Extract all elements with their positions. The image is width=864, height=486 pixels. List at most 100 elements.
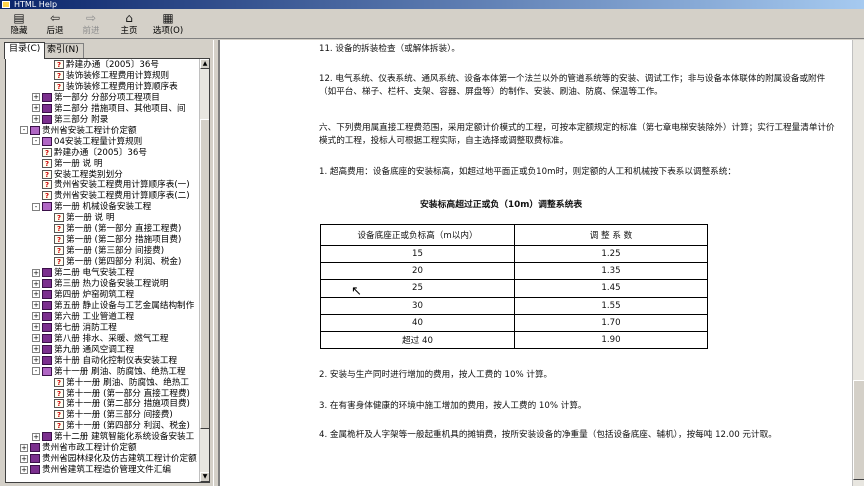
- tree-node[interactable]: + 第八册 排水、采暖、燃气工程: [32, 333, 168, 345]
- collapse-toggle-icon[interactable]: -: [32, 137, 40, 146]
- collapse-toggle-icon[interactable]: -: [32, 202, 40, 211]
- expand-toggle-icon[interactable]: +: [20, 443, 28, 452]
- tree-node[interactable]: + 贵州省园林绿化及仿古建筑工程计价定额: [20, 454, 197, 465]
- tree-node[interactable]: ? 装饰装修工程费用计算顺序表: [44, 81, 178, 93]
- forward-button[interactable]: ⇨ 前进: [74, 11, 108, 38]
- tree-node[interactable]: ? 第一册 说 明: [44, 213, 114, 224]
- collapse-toggle-icon[interactable]: -: [32, 367, 40, 376]
- tab-contents[interactable]: 目录(C): [4, 42, 46, 59]
- tree-node[interactable]: ? 第十一册 (第二部分 措施项目费): [44, 399, 190, 410]
- cell-coefficient: 1.35: [514, 262, 708, 281]
- tree-node[interactable]: ? 安装工程类别划分: [32, 169, 123, 181]
- contents-tree[interactable]: ? 黔建办通〔2005〕36号? 装饰装修工程费用计算规则? 装饰装修工程费用计算顺序…: [6, 59, 200, 482]
- expand-toggle-icon[interactable]: +: [32, 268, 40, 277]
- tree-node-label: 第十册 自动化控制仪表安装工程: [54, 355, 178, 366]
- expand-toggle-icon[interactable]: +: [32, 290, 40, 299]
- home-label: 主页: [120, 26, 138, 36]
- scroll-up-arrow-icon[interactable]: ▲: [200, 59, 209, 69]
- tree-node[interactable]: + 第三部分 附录: [32, 114, 109, 126]
- expand-toggle-icon[interactable]: +: [32, 323, 40, 332]
- expand-toggle-icon[interactable]: +: [32, 356, 40, 365]
- tree-node[interactable]: ? 第十一册 (第三部分 间接费): [44, 410, 173, 421]
- closed-book-icon: [42, 279, 52, 288]
- tree-node[interactable]: - 04安装工程量计算规则: [32, 136, 142, 148]
- tree-node[interactable]: ? 第十一册 刷油、防腐蚀、绝热工: [44, 377, 189, 389]
- expand-toggle-icon[interactable]: +: [32, 301, 40, 310]
- tree-node-label: 黔建办通〔2005〕36号: [66, 60, 159, 70]
- tree-node[interactable]: ? 装饰装修工程费用计算规则: [44, 70, 169, 82]
- expand-toggle-icon[interactable]: +: [32, 279, 40, 288]
- tree-node-label: 黔建办通〔2005〕36号: [54, 147, 147, 158]
- tree-node[interactable]: + 第二部分 措施项目、其他项目、间: [32, 103, 186, 115]
- tree-node[interactable]: + 第九册 通风空调工程: [32, 344, 134, 356]
- closed-book-icon: [30, 465, 40, 475]
- tree-node[interactable]: - 贵州省安装工程计价定额: [20, 125, 137, 137]
- expand-toggle-icon[interactable]: +: [32, 334, 40, 343]
- closed-book-icon: [42, 333, 52, 343]
- tree-node[interactable]: - 第一册 机械设备安装工程: [32, 202, 151, 213]
- expand-toggle-icon[interactable]: +: [32, 93, 40, 102]
- contents-tree-frame: ? 黔建办通〔2005〕36号? 装饰装修工程费用计算规则? 装饰装修工程费用计算顺序…: [5, 58, 210, 483]
- tree-node[interactable]: + 第二册 电气安装工程: [32, 268, 134, 279]
- collapse-toggle-icon[interactable]: -: [20, 126, 28, 135]
- home-button[interactable]: ⌂ 主页: [112, 11, 146, 38]
- tree-scrollbar[interactable]: ▲ ▼: [199, 59, 209, 482]
- hide-button[interactable]: ▤ 隐藏: [2, 11, 36, 38]
- cell-coefficient: 1.25: [514, 244, 708, 264]
- table-row: 25 1.45: [320, 279, 708, 298]
- navigation-pane: 目录(C) 索引(N) ? 黔建办通〔2005〕36号? 装饰装修工程费用计算规则?…: [0, 40, 213, 486]
- tree-node-label: 第十一册 (第一部分 直接工程费): [66, 388, 190, 399]
- expand-toggle-icon[interactable]: +: [32, 345, 40, 354]
- tree-node[interactable]: + 第五册 静止设备与工艺金属结构制作: [32, 300, 194, 312]
- tree-node[interactable]: ? 第一册 (第四部分 利润、税金): [44, 257, 181, 268]
- tab-index[interactable]: 索引(N): [42, 43, 84, 58]
- tree-node[interactable]: + 贵州省建筑工程造价管理文件汇编: [20, 465, 171, 476]
- tree-node[interactable]: - 第十一册 刷油、防腐蚀、绝热工程: [32, 366, 186, 378]
- tree-node-label: 第二册 电气安装工程: [54, 268, 135, 279]
- item-1-super-height: 1. 超高费用：设备底座的安装标高，如超过地平面正或负10m时，则定额的人工和机…: [319, 167, 736, 177]
- toolbar: ▤ 隐藏 ⇦ 后退 ⇨ 前进 ⌂ 主页 ▦ 选项(O): [0, 9, 864, 39]
- tree-node[interactable]: + 第一部分 分部分项工程项目: [32, 92, 160, 104]
- cell-height: 40: [320, 313, 515, 332]
- topic-page-icon: ?: [42, 180, 52, 190]
- tree-node[interactable]: + 贵州省市政工程计价定额: [20, 443, 137, 454]
- expand-toggle-icon[interactable]: +: [20, 454, 28, 463]
- tree-node[interactable]: + 第十二册 建筑智能化系统设备安装工: [32, 432, 194, 443]
- expand-toggle-icon[interactable]: +: [32, 115, 40, 124]
- tree-node[interactable]: ? 第十一册 (第四部分 利润、税金): [44, 421, 190, 432]
- closed-book-icon: [42, 103, 52, 113]
- tree-node[interactable]: + 第三册 热力设备安装工程说明: [32, 279, 168, 290]
- tree-node[interactable]: ? 第一册 (第二部分 措施项目费): [44, 235, 181, 246]
- tree-node-label: 第四册 炉窑砌筑工程: [54, 289, 135, 300]
- paragraph-11: 11. 设备的拆装检查（或解体拆装）。: [319, 44, 461, 54]
- expand-toggle-icon[interactable]: +: [32, 432, 40, 441]
- content-scroll-thumb[interactable]: [853, 380, 864, 480]
- tree-node[interactable]: ? 贵州省安装工程费用计算顺序表(一): [32, 180, 190, 191]
- expand-toggle-icon[interactable]: +: [20, 465, 28, 474]
- tree-node-label: 第三部分 附录: [54, 114, 109, 125]
- tree-node[interactable]: ? 黔建办通〔2005〕36号: [32, 147, 147, 159]
- scroll-down-arrow-icon[interactable]: ▼: [200, 472, 209, 482]
- tree-node[interactable]: + 第六册 工业管道工程: [32, 311, 134, 323]
- tree-node-label: 第一册 说 明: [54, 158, 103, 169]
- tree-node[interactable]: + 第七册 消防工程: [32, 322, 117, 334]
- tree-node[interactable]: + 第十册 自动化控制仪表安装工程: [32, 355, 178, 367]
- hide-label: 隐藏: [10, 26, 28, 36]
- expand-toggle-icon[interactable]: +: [32, 312, 40, 321]
- window-titlebar[interactable]: HTML Help: [0, 0, 864, 9]
- tree-node-label: 贵州省建筑工程造价管理文件汇编: [42, 465, 171, 476]
- expand-toggle-icon[interactable]: +: [32, 104, 40, 113]
- tree-node[interactable]: ? 黔建办通〔2005〕36号: [44, 60, 159, 71]
- content-scrollbar[interactable]: [852, 40, 864, 486]
- back-label: 后退: [46, 26, 64, 36]
- tree-node[interactable]: ? 第十一册 (第一部分 直接工程费): [44, 388, 190, 400]
- tree-scroll-thumb[interactable]: [200, 119, 209, 429]
- tree-node[interactable]: ? 第一册 (第三部分 间接费): [44, 246, 164, 257]
- back-button[interactable]: ⇦ 后退: [38, 11, 72, 38]
- options-button[interactable]: ▦ 选项(O): [148, 11, 188, 38]
- closed-book-icon: [30, 454, 40, 464]
- tree-node[interactable]: + 第四册 炉窑砌筑工程: [32, 289, 135, 301]
- tree-node[interactable]: ? 第一册 (第一部分 直接工程费): [44, 224, 181, 235]
- tree-node[interactable]: ? 第一册 说 明: [32, 158, 103, 170]
- tree-node[interactable]: ? 贵州省安装工程费用计算顺序表(二): [32, 191, 190, 202]
